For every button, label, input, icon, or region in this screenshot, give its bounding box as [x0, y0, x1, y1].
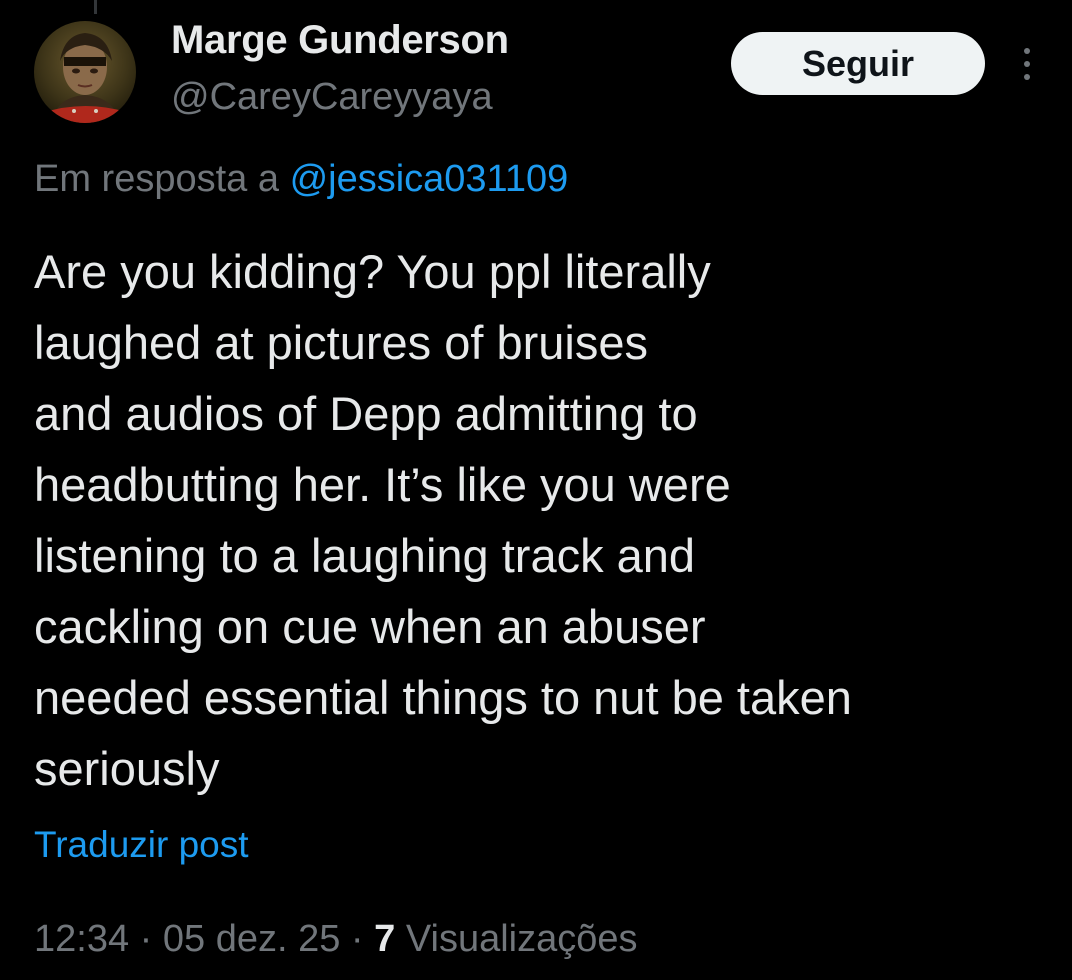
more-dot	[1024, 61, 1030, 67]
translate-post-link[interactable]: Traduzir post	[34, 824, 249, 866]
author-handle[interactable]: @CareyCareyyaya	[171, 76, 493, 119]
thread-connector-line	[94, 0, 97, 14]
more-dot	[1024, 74, 1030, 80]
meta-separator: ·	[340, 918, 375, 960]
more-dot	[1024, 48, 1030, 54]
tweet-metadata: 12:34 · 05 dez. 25 · 7 Visualizações	[34, 918, 638, 961]
reply-mention-link[interactable]: @jessica031109	[290, 158, 569, 200]
author-display-name[interactable]: Marge Gunderson	[171, 18, 509, 63]
reply-context: Em resposta a @jessica031109	[34, 158, 568, 201]
more-options-icon[interactable]	[1010, 40, 1044, 88]
follow-button[interactable]: Seguir	[731, 32, 985, 95]
tweet-date[interactable]: 05 dez. 25	[163, 918, 340, 960]
avatar-image	[34, 21, 136, 123]
tweet-time[interactable]: 12:34	[34, 918, 129, 960]
views-count: 7	[374, 918, 396, 960]
tweet-text: Are you kidding? You ppl literally laugh…	[34, 245, 852, 795]
reply-prefix: Em resposta a	[34, 158, 279, 200]
meta-separator: ·	[129, 918, 163, 960]
views-label: Visualizações	[405, 918, 638, 960]
avatar[interactable]	[34, 21, 136, 123]
